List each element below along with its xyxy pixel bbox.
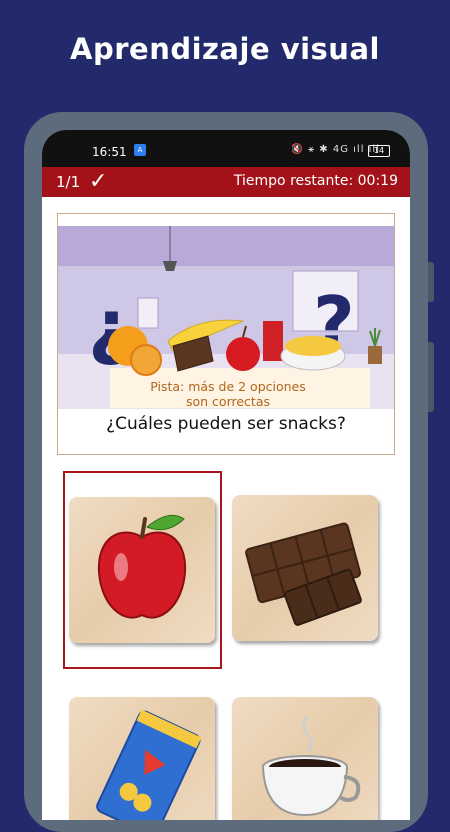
volume-button [428, 262, 434, 302]
option-chips[interactable] [69, 697, 215, 820]
hint-line-2: son correctas [186, 394, 270, 409]
timer-value: 00:19 [357, 173, 398, 189]
battery-icon: 14 [368, 145, 390, 157]
headline: Aprendizaje visual [70, 32, 380, 66]
hint-text: Pista: más de 2 opciones son correctas [118, 379, 338, 409]
power-button [428, 342, 434, 412]
time-remaining: Tiempo restante: 00:19 [234, 173, 398, 189]
timer-label: Tiempo restante: [233, 173, 354, 189]
checkmark-icon[interactable]: ✓ [89, 169, 107, 194]
chocolate-icon [245, 522, 362, 626]
chips-bag-icon [96, 709, 202, 820]
status-time: 16:51 [92, 145, 127, 159]
phone-screen: 16:51 A 🔇 ⚹ ✱ 4G ıll ıll 14 1/1 ✓ Tiempo… [42, 130, 410, 820]
question-card: ¿ ? Pista: más de 2 opciones son correct… [57, 213, 395, 455]
apple-icon [97, 514, 187, 619]
camera-notch [160, 130, 292, 172]
quiz-topbar: 1/1 ✓ Tiempo restante: 00:19 [42, 167, 410, 197]
option-coffee[interactable] [232, 697, 378, 820]
option-chocolate[interactable] [232, 495, 378, 641]
option-apple[interactable] [69, 497, 215, 643]
coffee-cup-icon [262, 716, 361, 817]
status-icons: 🔇 ⚹ ✱ 4G ıll ıll [290, 144, 380, 155]
question-text: ¿Cuáles pueden ser snacks? [106, 414, 346, 434]
hint-line-1: Pista: más de 2 opciones [150, 379, 306, 394]
notification-icon: A [134, 144, 146, 156]
progress-counter: 1/1 [56, 173, 81, 191]
